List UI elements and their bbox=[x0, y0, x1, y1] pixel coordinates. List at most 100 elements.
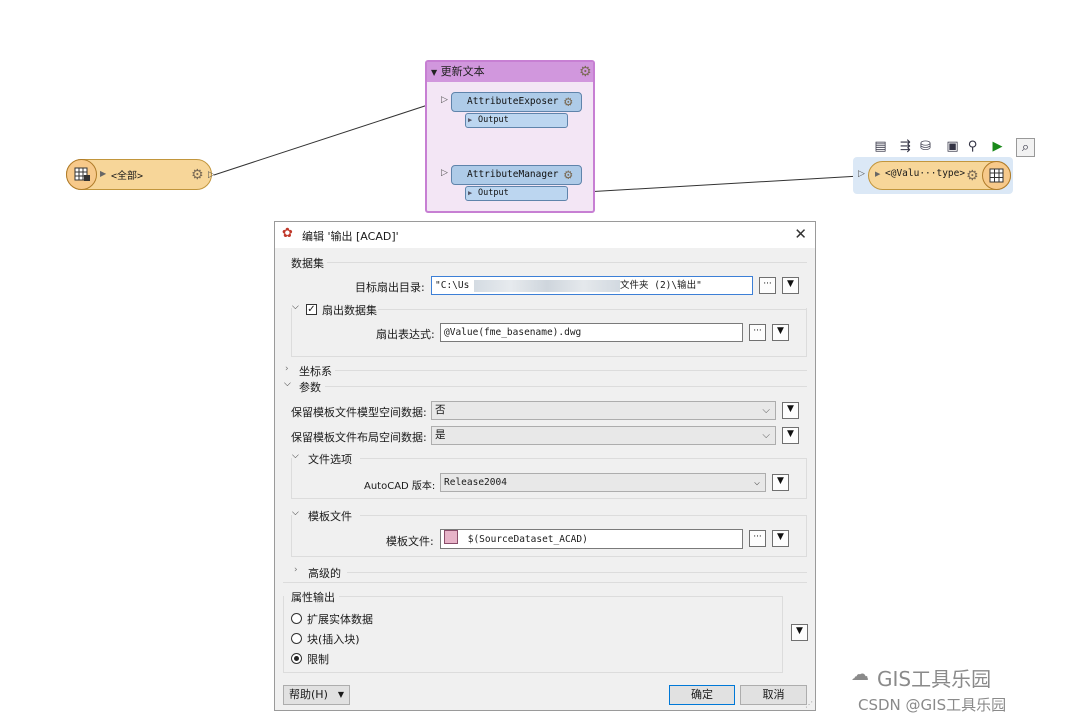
bookmark-title: 更新文本 bbox=[440, 65, 485, 78]
radio-block-insert[interactable] bbox=[291, 633, 302, 644]
chevron-right-icon[interactable]: › bbox=[294, 565, 298, 575]
gear-icon[interactable]: ⚙ bbox=[966, 169, 979, 183]
template-file-value: $(SourceDataset_ACAD) bbox=[467, 534, 588, 545]
zoom-icon[interactable]: ⌕ bbox=[1016, 138, 1035, 157]
input-port-icon[interactable]: ▷ bbox=[441, 95, 448, 105]
output-port-label: Output bbox=[478, 115, 509, 125]
divider bbox=[335, 370, 807, 371]
reader-feature-type-node[interactable]: ▶ <全部> ⚙ ▷ bbox=[66, 159, 215, 190]
fme-app-icon: ✿ bbox=[282, 226, 293, 241]
divider bbox=[347, 572, 807, 573]
import-icon[interactable]: ⇶ bbox=[897, 138, 914, 155]
chevron-down-icon: ⌵ bbox=[762, 405, 770, 416]
gear-icon[interactable]: ⚙ bbox=[579, 65, 592, 79]
input-port-icon[interactable]: ▷ bbox=[441, 168, 448, 178]
divider bbox=[325, 386, 807, 387]
ok-button-label: 确定 bbox=[691, 688, 713, 701]
divider bbox=[339, 596, 783, 597]
inspect-icon[interactable]: ⚲ bbox=[964, 138, 981, 155]
close-icon[interactable]: ✕ bbox=[794, 225, 807, 243]
browse-button[interactable]: ··· bbox=[749, 530, 766, 547]
autocad-version-label: AutoCAD 版本: bbox=[364, 481, 436, 492]
radio-restrict[interactable] bbox=[291, 653, 302, 664]
advanced-section-title[interactable]: 高级的 bbox=[308, 565, 341, 581]
dataset-section-title: 数据集 bbox=[291, 257, 324, 270]
target-dir-suffix: 文件夹 (2)\输出" bbox=[620, 280, 702, 291]
dropdown-button[interactable]: ▼ bbox=[791, 624, 808, 641]
target-dir-input[interactable]: "C:\Us 文件夹 (2)\输出" bbox=[431, 276, 753, 295]
fanout-expr-label: 扇出表达式: bbox=[376, 328, 435, 341]
transformer-attribute-manager[interactable]: AttributeManager ⚙ bbox=[451, 165, 582, 185]
template-file-label: 模板文件: bbox=[386, 535, 434, 548]
cancel-button-label: 取消 bbox=[762, 688, 785, 701]
params-section-title[interactable]: 参数 bbox=[299, 379, 321, 395]
gear-icon[interactable]: ⚙ bbox=[564, 95, 572, 109]
resize-grip-icon[interactable]: ⋰ bbox=[805, 700, 813, 709]
radio-extended-entity[interactable] bbox=[291, 613, 302, 624]
transformer-name: AttributeExposer bbox=[467, 96, 559, 107]
keep-model-label: 保留模板文件模型空间数据: bbox=[291, 406, 427, 419]
cancel-button[interactable]: 取消 bbox=[740, 685, 807, 705]
input-port-icon[interactable]: ▷ bbox=[858, 169, 865, 179]
autocad-version-select[interactable]: Release2004 ⌵ bbox=[440, 473, 766, 492]
database-icon[interactable]: ⛁ bbox=[917, 138, 934, 155]
edit-writer-dialog: ✿ 编辑 '输出 [ACAD]' ✕ 数据集 目标扇出目录: "C:\Us 文件… bbox=[274, 221, 816, 711]
divider bbox=[378, 309, 807, 310]
dialog-titlebar[interactable]: ✿ 编辑 '输出 [ACAD]' ✕ bbox=[275, 222, 815, 248]
dropdown-arrow-icon: ▼ bbox=[337, 690, 344, 699]
output-port-arrow-icon: ▶ bbox=[100, 169, 107, 178]
chevron-down-icon[interactable]: ⌵ bbox=[284, 379, 291, 389]
target-dir-prefix: "C:\Us bbox=[435, 280, 470, 291]
redacted-path bbox=[474, 280, 620, 292]
output-port-label: Output bbox=[478, 188, 509, 198]
add-feature-type-icon[interactable]: ▤ bbox=[872, 138, 889, 155]
radio-label: 限制 bbox=[307, 653, 329, 666]
output-port[interactable]: ▶ Output bbox=[465, 186, 568, 201]
help-button[interactable]: 帮助(H) ▼ bbox=[283, 685, 350, 705]
folder-icon[interactable]: ▣ bbox=[944, 138, 961, 155]
transformer-name: AttributeManager bbox=[467, 169, 559, 180]
run-icon[interactable]: ▶ bbox=[989, 138, 1006, 155]
bookmark-header[interactable]: ▼ 更新文本 bbox=[427, 62, 593, 82]
fanout-expr-input[interactable]: @Value(fme_basename).dwg bbox=[440, 323, 743, 342]
dialog-title: 编辑 '输出 [ACAD]' bbox=[302, 230, 399, 243]
collapse-arrow-icon[interactable]: ▼ bbox=[431, 68, 437, 77]
divider bbox=[360, 515, 807, 516]
keep-model-select[interactable]: 否 ⌵ bbox=[431, 401, 776, 420]
transformer-attribute-exposer[interactable]: AttributeExposer ⚙ bbox=[451, 92, 582, 112]
chevron-right-icon[interactable]: › bbox=[285, 364, 289, 374]
output-port[interactable]: ▶ Output bbox=[465, 113, 568, 128]
browse-button[interactable]: ··· bbox=[759, 277, 776, 294]
divider bbox=[283, 582, 807, 583]
template-file-icon bbox=[444, 530, 458, 544]
autocad-version-value: Release2004 bbox=[444, 477, 507, 488]
watermark-subtitle: CSDN @GIS工具乐园 bbox=[858, 696, 1007, 714]
dropdown-button[interactable]: ▼ bbox=[782, 277, 799, 294]
divider bbox=[327, 262, 807, 263]
output-port-icon[interactable]: ▷ bbox=[208, 170, 215, 180]
dropdown-button[interactable]: ▼ bbox=[772, 324, 789, 341]
browse-button[interactable]: ··· bbox=[749, 324, 766, 341]
keep-layout-select[interactable]: 是 ⌵ bbox=[431, 426, 776, 445]
writer-label: <@Valu···type> bbox=[885, 168, 966, 179]
dropdown-button[interactable]: ▼ bbox=[772, 530, 789, 547]
writer-mini-toolbar: ▤ ⇶ ⛁ ▣ ⚲ ▶ ⌕ bbox=[868, 136, 1036, 158]
writer-feature-type-node[interactable]: ▶ <@Valu···type> ⚙ bbox=[868, 161, 1011, 190]
dropdown-button[interactable]: ▼ bbox=[772, 474, 789, 491]
ok-button[interactable]: 确定 bbox=[669, 685, 735, 705]
keep-model-value: 否 bbox=[435, 404, 446, 416]
chevron-down-icon: ⌵ bbox=[762, 430, 770, 441]
coord-section-title[interactable]: 坐标系 bbox=[299, 363, 332, 379]
template-file-input[interactable]: $(SourceDataset_ACAD) bbox=[440, 529, 743, 549]
radio-label: 扩展实体数据 bbox=[307, 613, 373, 626]
table-icon bbox=[66, 159, 97, 190]
port-arrow-icon: ▶ bbox=[468, 189, 473, 197]
dropdown-button[interactable]: ▼ bbox=[782, 402, 799, 419]
gear-icon[interactable]: ⚙ bbox=[191, 168, 204, 182]
target-dir-label: 目标扇出目录: bbox=[355, 281, 425, 294]
dropdown-button[interactable]: ▼ bbox=[782, 427, 799, 444]
help-button-label: 帮助(H) bbox=[289, 688, 328, 701]
gear-icon[interactable]: ⚙ bbox=[564, 168, 572, 182]
bookmark-frame[interactable]: ▼ 更新文本 ⚙ AttributeExposer ⚙ ▷ ▶ Output A… bbox=[425, 60, 595, 213]
table-icon bbox=[982, 161, 1011, 190]
